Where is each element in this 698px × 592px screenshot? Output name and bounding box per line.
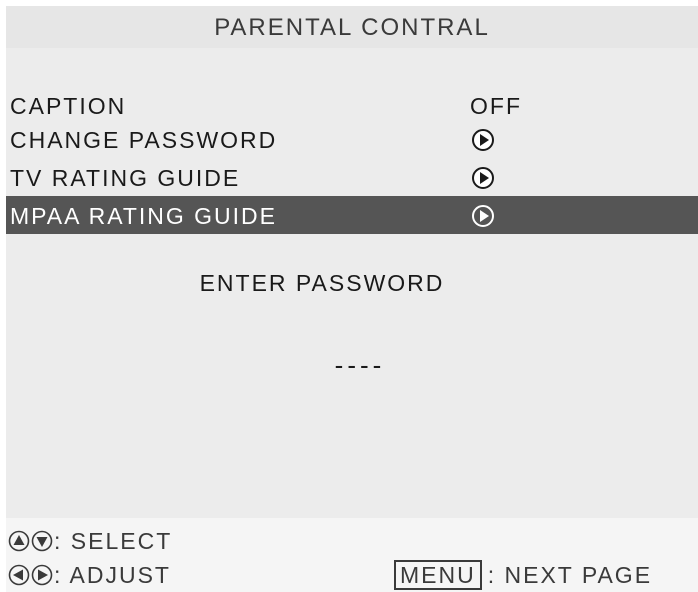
arrow-right-icon	[471, 204, 495, 233]
password-field[interactable]: ----	[6, 350, 698, 381]
arrow-left-icon	[8, 564, 30, 586]
menu-header: PARENTAL CONTRAL	[6, 6, 698, 48]
caption-value: OFF	[470, 93, 522, 119]
menu-item-label: CAPTION	[10, 93, 127, 119]
menu-key-button[interactable]: MENU	[394, 560, 482, 590]
menu-item-change-password[interactable]: CHANGE PASSWORD	[6, 120, 698, 158]
adjust-hint-label: : ADJUST	[54, 561, 171, 588]
menu-item-mpaa-rating-guide[interactable]: MPAA RATING GUIDE	[6, 196, 698, 234]
menu-body: CAPTION OFF CHANGE PASSWORD TV RATING GU…	[6, 48, 698, 518]
arrow-right-icon	[31, 564, 53, 586]
arrow-up-icon	[8, 530, 30, 552]
arrow-down-icon	[31, 530, 53, 552]
next-page-hint-label: : NEXT PAGE	[487, 561, 653, 588]
menu-item-label: TV RATING GUIDE	[10, 165, 241, 191]
tv-osd-screen: PARENTAL CONTRAL CAPTION OFF CHANGE PASS…	[6, 0, 698, 592]
menu-item-label: CHANGE PASSWORD	[10, 127, 278, 153]
menu-item-label: MPAA RATING GUIDE	[10, 203, 278, 229]
key-hints-footer: : SELECT : ADJUST MENU : NEXT PAGE	[6, 518, 698, 592]
arrow-right-icon	[471, 166, 495, 195]
select-hint-label: : SELECT	[54, 527, 173, 554]
next-page-hint: MENU : NEXT PAGE	[394, 560, 652, 590]
adjust-hint: : ADJUST	[8, 560, 171, 590]
menu-item-caption[interactable]: CAPTION OFF	[6, 86, 698, 124]
menu-item-tv-rating-guide[interactable]: TV RATING GUIDE	[6, 158, 698, 196]
arrow-right-icon	[471, 128, 495, 157]
select-hint: : SELECT	[8, 526, 172, 556]
page-title: PARENTAL CONTRAL	[214, 14, 490, 41]
enter-password-prompt: ENTER PASSWORD	[199, 270, 445, 296]
